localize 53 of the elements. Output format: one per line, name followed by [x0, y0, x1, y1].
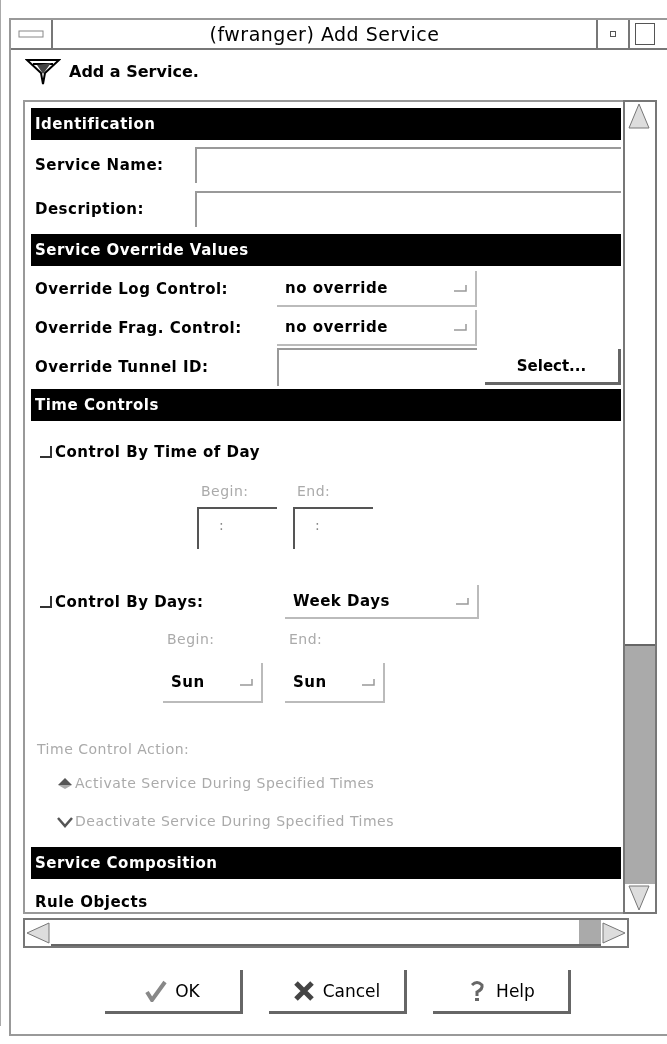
menu-indicator-icon	[361, 678, 375, 686]
menu-indicator-icon	[455, 597, 469, 605]
field-label: Override Frag. Control:	[34, 319, 243, 337]
option-menu[interactable]: no override	[277, 271, 477, 307]
text-field[interactable]	[195, 147, 621, 183]
group-label: Time Control Action:	[37, 741, 191, 757]
list-label: Rule Objects	[34, 892, 149, 911]
option-menu[interactable]: Sun	[285, 663, 385, 703]
scroll-up-icon	[625, 102, 653, 130]
scroll-thumb[interactable]	[625, 644, 655, 884]
time-field[interactable]: :	[293, 507, 373, 549]
section-header: Identification	[31, 108, 621, 140]
checkbox[interactable]	[39, 595, 53, 609]
option-menu[interactable]: Sun	[163, 663, 263, 703]
ok-button[interactable]: OK	[105, 970, 243, 1014]
select-button[interactable]: Select...	[485, 349, 621, 385]
help-button[interactable]: Help	[433, 970, 571, 1014]
field-label: Begin:	[166, 631, 216, 647]
field-label: End:	[288, 631, 324, 647]
menu-indicator-icon	[239, 678, 253, 686]
section-header: Time Controls	[31, 389, 621, 421]
vertical-scrollbar[interactable]	[623, 100, 657, 914]
field-label: End:	[296, 483, 332, 499]
checkbox-label[interactable]: Control By Days:	[55, 593, 283, 611]
horizontal-scrollbar[interactable]	[23, 918, 629, 948]
text-field[interactable]	[195, 191, 621, 227]
cancel-button[interactable]: Cancel	[269, 970, 407, 1014]
maximize-icon	[635, 23, 655, 45]
field-label: Service Name:	[34, 156, 165, 174]
checkbox[interactable]	[39, 445, 53, 459]
dash-icon	[18, 30, 44, 38]
menu-indicator-icon	[453, 284, 467, 292]
time-field[interactable]: :	[197, 507, 277, 549]
field-label: Override Tunnel ID:	[34, 358, 210, 376]
window-title: (fwranger) Add Service	[208, 22, 441, 47]
section-header: Service Override Values	[31, 234, 621, 266]
section-header: Service Composition	[31, 847, 621, 879]
option-menu[interactable]: Week Days	[285, 585, 479, 619]
field-label: Description:	[34, 200, 145, 218]
checkbox-label[interactable]: Control By Time of Day	[55, 443, 260, 461]
minimize-icon	[610, 31, 616, 37]
scroll-thumb[interactable]	[579, 920, 601, 944]
field-label: Begin:	[200, 483, 250, 499]
menu-indicator-icon	[453, 323, 467, 331]
option-menu[interactable]: no override	[277, 310, 477, 346]
field-label: Override Log Control:	[34, 280, 230, 298]
dialog-message: Add a Service.	[69, 61, 199, 81]
checkmark-icon	[145, 979, 168, 1002]
text-field[interactable]	[277, 348, 477, 386]
scroll-right-icon	[601, 921, 627, 945]
x-icon	[292, 979, 315, 1002]
funnel-icon	[25, 56, 61, 86]
scroll-left-icon	[25, 921, 51, 945]
